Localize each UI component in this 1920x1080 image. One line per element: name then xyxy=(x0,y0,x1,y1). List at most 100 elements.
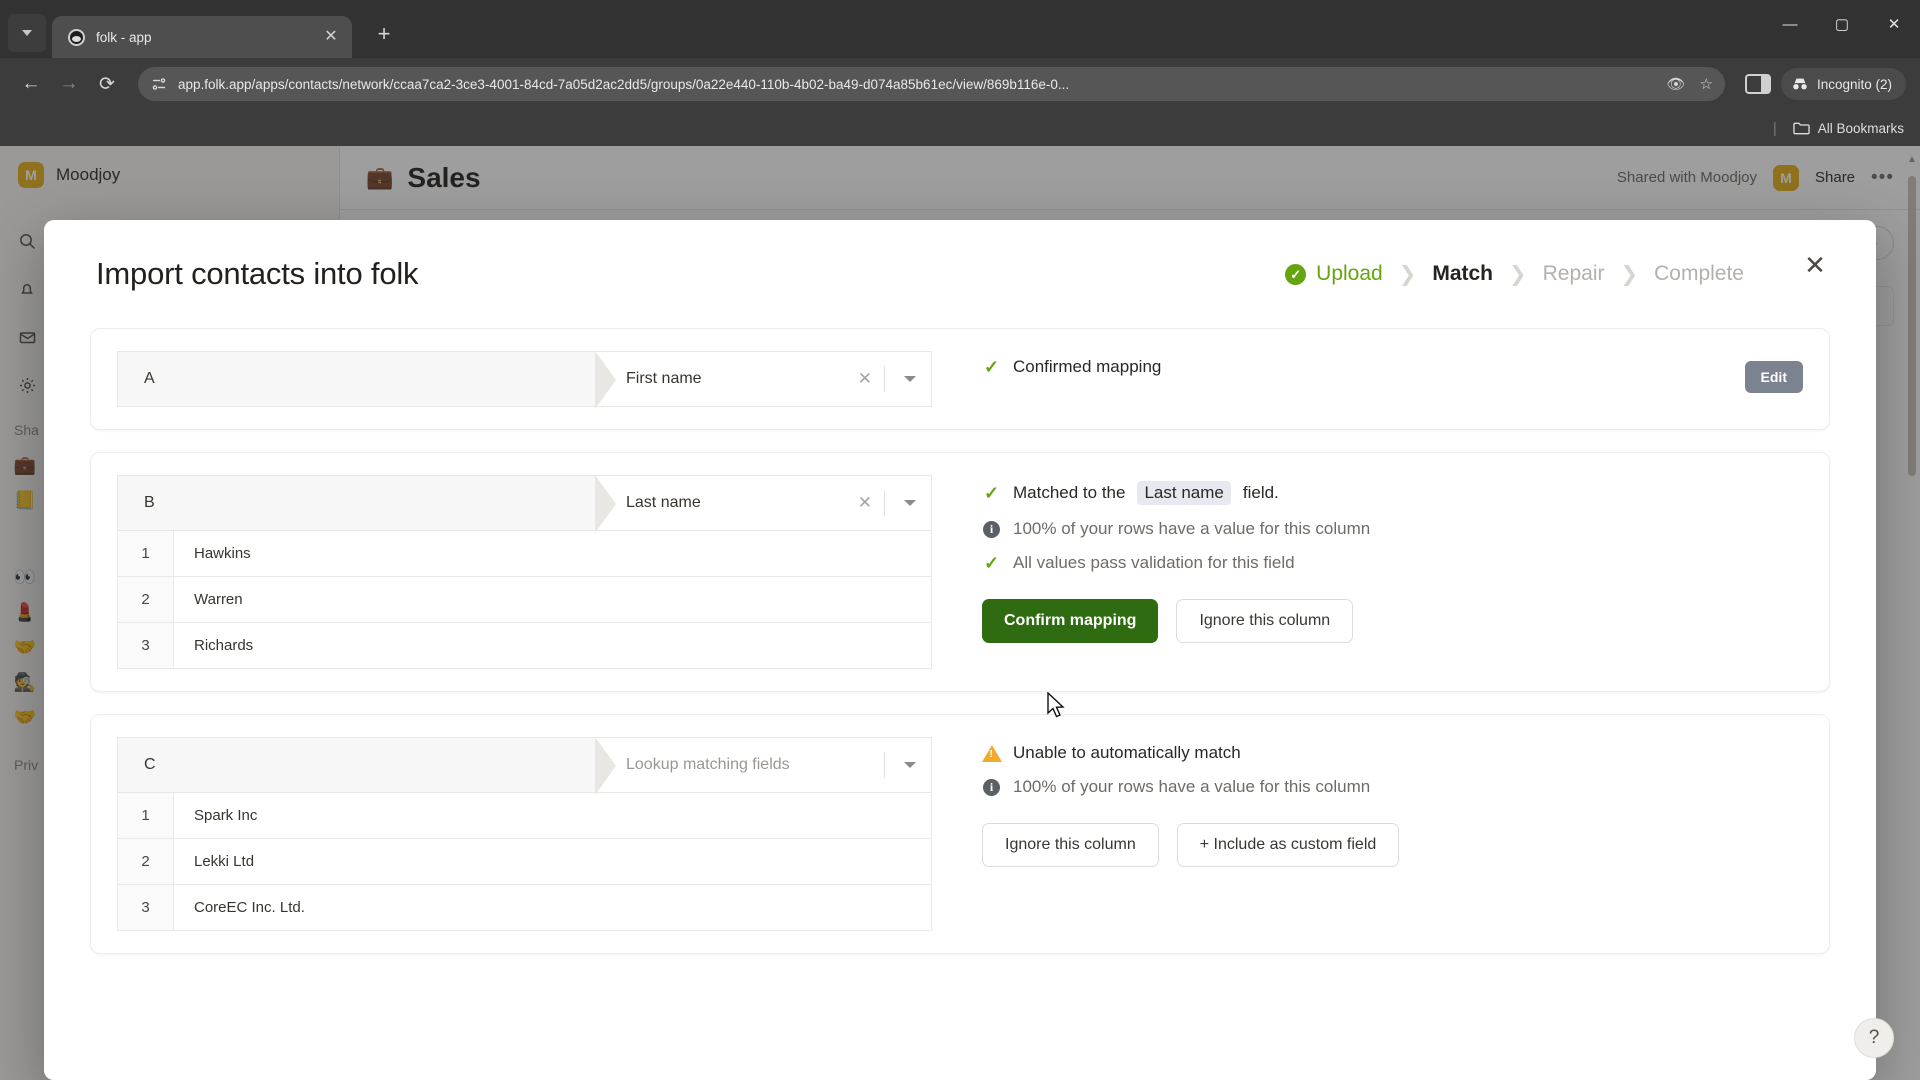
status-text-pre: Matched to the xyxy=(1013,483,1126,502)
profile-button[interactable]: Incognito (2) xyxy=(1780,68,1906,100)
column-letter-label: B xyxy=(144,494,155,511)
ignore-column-button[interactable]: Ignore this column xyxy=(982,823,1159,867)
column-preview: B Last name ✕ 1 Hawkins 2 Warren 3 Richa… xyxy=(117,475,932,669)
field-select[interactable]: Last name ✕ xyxy=(596,475,932,531)
row-number: 2 xyxy=(118,577,174,622)
step-match[interactable]: Match xyxy=(1432,262,1493,286)
field-select[interactable]: Lookup matching fields xyxy=(596,737,932,793)
page-info-icon[interactable] xyxy=(150,75,168,93)
side-panel-icon[interactable] xyxy=(1744,74,1771,94)
column-mapping-card: C Lookup matching fields 1 Spark Inc 2 L… xyxy=(90,714,1830,954)
status-text-post: field. xyxy=(1242,483,1279,502)
divider xyxy=(884,366,885,392)
clear-x-icon[interactable]: ✕ xyxy=(850,493,880,513)
chevron-down-icon[interactable] xyxy=(889,762,931,768)
column-preview: A First name ✕ xyxy=(117,351,932,409)
forward-button[interactable]: → xyxy=(52,67,86,101)
row-number: 1 xyxy=(118,531,174,576)
status-text: Unable to automatically match xyxy=(1013,743,1241,762)
check-icon: ✓ xyxy=(983,553,1000,573)
reload-button[interactable]: ⟳ xyxy=(90,67,124,101)
address-bar[interactable]: app.folk.app/apps/contacts/network/ccaa7… xyxy=(138,67,1725,101)
close-icon[interactable]: ✕ xyxy=(320,26,342,48)
modal-header: Import contacts into folk Upload ❯ Match… xyxy=(44,220,1876,328)
chevron-down-icon[interactable] xyxy=(889,376,931,382)
step-repair[interactable]: Repair xyxy=(1543,262,1605,286)
status-line: i 100% of your rows have a value for thi… xyxy=(982,777,1803,797)
field-select-placeholder: Lookup matching fields xyxy=(626,756,790,773)
row-number: 2 xyxy=(118,839,174,884)
table-row: 3 Richards xyxy=(117,623,932,669)
clear-x-icon[interactable]: ✕ xyxy=(850,369,880,389)
confirm-mapping-button[interactable]: Confirm mapping xyxy=(982,599,1159,643)
arrow-shape-icon xyxy=(595,351,616,409)
step-upload[interactable]: Upload xyxy=(1285,262,1383,286)
row-value: Lekki Ltd xyxy=(174,839,931,884)
step-match-label: Match xyxy=(1432,262,1494,285)
info-icon: i xyxy=(982,520,1001,539)
edit-button[interactable]: Edit xyxy=(1744,361,1803,393)
bookmarks-separator: | xyxy=(1772,119,1777,137)
status-line: Unable to automatically match xyxy=(981,743,1803,763)
row-value: Richards xyxy=(174,623,931,668)
url-text: app.folk.app/apps/contacts/network/ccaa7… xyxy=(178,76,1070,92)
help-button[interactable]: ? xyxy=(1854,1018,1894,1058)
check-icon: ✓ xyxy=(983,483,1000,503)
ignore-column-button[interactable]: Ignore this column xyxy=(1176,599,1354,643)
all-bookmarks-button[interactable]: All Bookmarks xyxy=(1793,121,1904,136)
back-button[interactable]: ← xyxy=(14,67,48,101)
mouse-cursor xyxy=(1047,692,1065,718)
row-number: 3 xyxy=(118,623,174,668)
import-contacts-modal: Import contacts into folk Upload ❯ Match… xyxy=(44,220,1876,1080)
include-custom-field-button[interactable]: + Include as custom field xyxy=(1176,823,1400,867)
status-text: 100% of your rows have a value for this … xyxy=(1013,519,1371,538)
divider xyxy=(884,490,885,516)
step-complete-label: Complete xyxy=(1654,262,1744,285)
minimize-button[interactable]: — xyxy=(1764,0,1816,48)
new-tab-button[interactable]: + xyxy=(370,20,398,48)
column-mapping-card: B Last name ✕ 1 Hawkins 2 Warren 3 Richa… xyxy=(90,452,1830,692)
row-number: 3 xyxy=(118,885,174,930)
step-repair-label: Repair xyxy=(1542,262,1605,285)
step-complete[interactable]: Complete xyxy=(1654,262,1744,286)
folder-icon xyxy=(1793,122,1810,135)
star-icon[interactable]: ☆ xyxy=(1700,75,1713,93)
status-line: ✓ All values pass validation for this fi… xyxy=(982,553,1803,573)
row-value: CoreEC Inc. Ltd. xyxy=(174,885,931,930)
browser-window: folk - app ✕ + — ▢ ✕ ← → ⟳ app.folk.app/… xyxy=(0,0,1920,1080)
chevron-down-icon[interactable] xyxy=(889,500,931,506)
row-number: 1 xyxy=(118,793,174,838)
tab-search-button[interactable] xyxy=(8,14,46,52)
modal-body: A First name ✕ ✓ Confirmed mapping Edit … xyxy=(44,328,1876,1080)
tab-title: folk - app xyxy=(96,29,152,45)
column-mapping-header: A First name ✕ xyxy=(117,351,932,409)
status-text: 100% of your rows have a value for this … xyxy=(1013,777,1371,796)
status-line: ✓ Matched to the Last name field. xyxy=(982,481,1803,505)
import-stepper: Upload ❯ Match ❯ Repair ❯ Complete xyxy=(1285,262,1744,287)
row-value: Spark Inc xyxy=(174,793,931,838)
maximize-button[interactable]: ▢ xyxy=(1816,0,1868,48)
field-select-value: Last name xyxy=(626,494,701,511)
column-letter: B xyxy=(117,475,616,533)
close-icon[interactable]: ✕ xyxy=(1798,248,1832,282)
chevron-down-icon xyxy=(22,30,32,36)
table-row: 2 Warren xyxy=(117,577,932,623)
window-close-button[interactable]: ✕ xyxy=(1868,0,1920,48)
window-controls: — ▢ ✕ xyxy=(1764,0,1920,48)
table-row: 1 Spark Inc xyxy=(117,793,932,839)
column-mapping-card: A First name ✕ ✓ Confirmed mapping Edit xyxy=(90,328,1830,430)
arrow-shape-icon xyxy=(595,737,616,795)
eye-slash-icon[interactable]: 👁 xyxy=(1666,75,1685,93)
row-value: Warren xyxy=(174,577,931,622)
check-icon xyxy=(1285,263,1307,285)
browser-tab[interactable]: folk - app ✕ xyxy=(52,16,352,58)
column-status: ✓ Confirmed mapping Edit xyxy=(932,351,1803,407)
field-select-value: First name xyxy=(626,370,702,387)
field-select[interactable]: First name ✕ xyxy=(596,351,932,407)
check-icon: ✓ xyxy=(983,357,1000,377)
column-mapping-header: C Lookup matching fields xyxy=(117,737,932,795)
chevron-right-icon: ❯ xyxy=(1620,262,1639,286)
table-row: 3 CoreEC Inc. Ltd. xyxy=(117,885,932,931)
bookmarks-bar: | All Bookmarks xyxy=(0,110,1920,146)
divider xyxy=(884,752,885,778)
